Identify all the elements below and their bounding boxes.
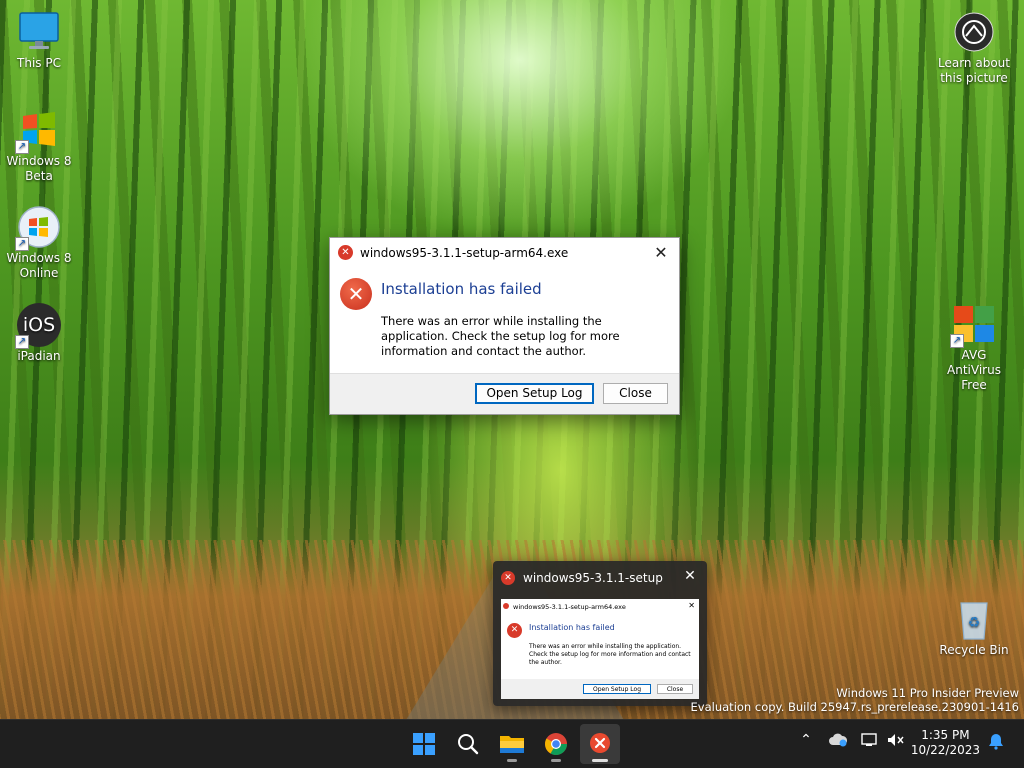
dialog-heading: Installation has failed — [381, 280, 542, 298]
clock-date: 10/22/2023 — [910, 743, 980, 757]
dialog-titlebar[interactable]: ✕ windows95-3.1.1-setup-arm64.exe ✕ — [330, 238, 679, 268]
shortcut-arrow-icon: ↗ — [15, 140, 29, 154]
network-icon[interactable] — [860, 732, 880, 752]
clock-time: 1:35 PM — [921, 728, 970, 742]
installation-failed-dialog: ✕ windows95-3.1.1-setup-arm64.exe ✕ ✕ In… — [329, 237, 680, 415]
desktop-icon-label: AVG AntiVirus — [947, 348, 1001, 377]
error-icon: ✕ — [340, 278, 372, 310]
desktop-icon-label-line2: this picture — [940, 71, 1008, 85]
mini-title: windows95-3.1.1-setup-arm64.exe — [513, 603, 626, 611]
svg-text:♻: ♻ — [968, 615, 981, 631]
desktop-icon-label: This PC — [17, 56, 61, 70]
watermark-line2: Evaluation copy. Build 25947.rs_prerelea… — [690, 700, 1019, 714]
mini-footer: Open Setup Log Close — [501, 679, 699, 699]
preview-window-snapshot[interactable]: windows95-3.1.1-setup-arm64.exe ✕ ✕ Inst… — [501, 599, 699, 699]
desktop-icon-windows-8-beta[interactable]: ↗ Windows 8 Beta — [1, 108, 77, 184]
setup-error-app-button[interactable] — [580, 724, 620, 764]
monitor-icon — [17, 10, 61, 54]
desktop-icon-this-pc[interactable]: This PC — [1, 10, 77, 71]
preview-close-icon[interactable]: ✕ — [681, 568, 699, 584]
desktop-icon-label: iPadian — [17, 349, 61, 363]
dialog-body: ✕ Installation has failed There was an e… — [330, 268, 679, 374]
mini-error-large-icon: ✕ — [507, 623, 522, 638]
desktop-icon-label-line2: Online — [19, 266, 59, 280]
close-button[interactable]: Close — [603, 383, 668, 404]
mini-heading: Installation has failed — [529, 623, 615, 632]
evaluation-watermark: Windows 11 Pro Insider Preview Evaluatio… — [691, 686, 1019, 714]
mini-message: There was an error while installing the … — [529, 643, 691, 666]
windows-logo-icon: ↗ — [15, 108, 61, 154]
desktop-icon-avg-antivirus[interactable]: ↗ AVG AntiVirus Free — [936, 302, 1012, 393]
shortcut-arrow-icon: ↗ — [15, 237, 29, 251]
setup-error-app-icon — [590, 733, 610, 753]
error-small-icon: ✕ — [338, 245, 353, 260]
mini-open-setup-log-button: Open Setup Log — [583, 684, 651, 694]
chrome-icon — [545, 733, 567, 755]
desktop-icon-ipadian[interactable]: iOS ↗ iPadian — [1, 303, 77, 364]
mini-close-icon: ✕ — [688, 601, 695, 610]
taskbar: ⌃ 1:35 PM 10/22/2023 — [0, 719, 1024, 768]
close-icon[interactable]: ✕ — [649, 242, 673, 264]
start-button[interactable] — [404, 724, 444, 764]
open-setup-log-button[interactable]: Open Setup Log — [475, 383, 594, 404]
mini-error-icon — [503, 603, 509, 609]
desktop-icon-recycle-bin[interactable]: ♻ Recycle Bin — [936, 597, 1012, 658]
shortcut-arrow-icon: ↗ — [15, 335, 29, 349]
desktop-icon-label: Learn about — [938, 56, 1010, 70]
ios-app-icon: iOS ↗ — [15, 303, 61, 349]
system-clock[interactable]: 1:35 PM 10/22/2023 — [911, 728, 980, 758]
windows-orb-icon: ↗ — [15, 205, 61, 251]
start-icon — [413, 733, 435, 755]
preview-title: windows95-3.1.1-setup-... — [523, 571, 663, 585]
search-button[interactable] — [448, 724, 488, 764]
error-small-icon: ✕ — [501, 571, 515, 585]
running-indicator — [507, 759, 517, 762]
dialog-message: There was an error while installing the … — [381, 314, 620, 358]
chrome-button[interactable] — [536, 724, 576, 764]
dialog-title: windows95-3.1.1-setup-arm64.exe — [360, 246, 569, 260]
desktop-icon-label: Recycle Bin — [939, 643, 1009, 657]
dialog-footer: Open Setup Log Close — [330, 373, 679, 414]
desktop-icon-label-line2: Free — [961, 378, 987, 392]
weather-cloud-icon[interactable] — [828, 732, 848, 752]
notification-bell-icon[interactable] — [986, 732, 1006, 754]
tray-overflow-chevron-icon[interactable]: ⌃ — [797, 732, 815, 748]
taskbar-thumbnail-preview[interactable]: ✕ windows95-3.1.1-setup-... ✕ windows95-… — [493, 561, 707, 706]
shortcut-arrow-icon: ↗ — [950, 334, 964, 348]
running-indicator — [551, 759, 561, 762]
desktop-icon-label: Windows 8 — [6, 154, 72, 168]
camera-spotlight-icon — [952, 10, 996, 54]
file-explorer-button[interactable] — [492, 724, 532, 764]
avg-logo-icon: ↗ — [950, 302, 996, 348]
watermark-line1: Windows 11 Pro Insider Preview — [836, 686, 1019, 700]
active-indicator — [592, 759, 608, 762]
desktop-icon-learn-about-picture[interactable]: Learn about this picture — [936, 10, 1012, 86]
desktop-icon-windows-8-online[interactable]: ↗ Windows 8 Online — [1, 205, 77, 281]
search-icon — [458, 734, 479, 755]
recycle-bin-icon: ♻ — [952, 597, 996, 641]
file-explorer-icon — [500, 736, 524, 753]
desktop-icon-label: Windows 8 — [6, 251, 72, 265]
mini-close-button: Close — [657, 684, 693, 694]
desktop-icon-label-line2: Beta — [25, 169, 53, 183]
volume-muted-icon[interactable] — [886, 732, 906, 752]
